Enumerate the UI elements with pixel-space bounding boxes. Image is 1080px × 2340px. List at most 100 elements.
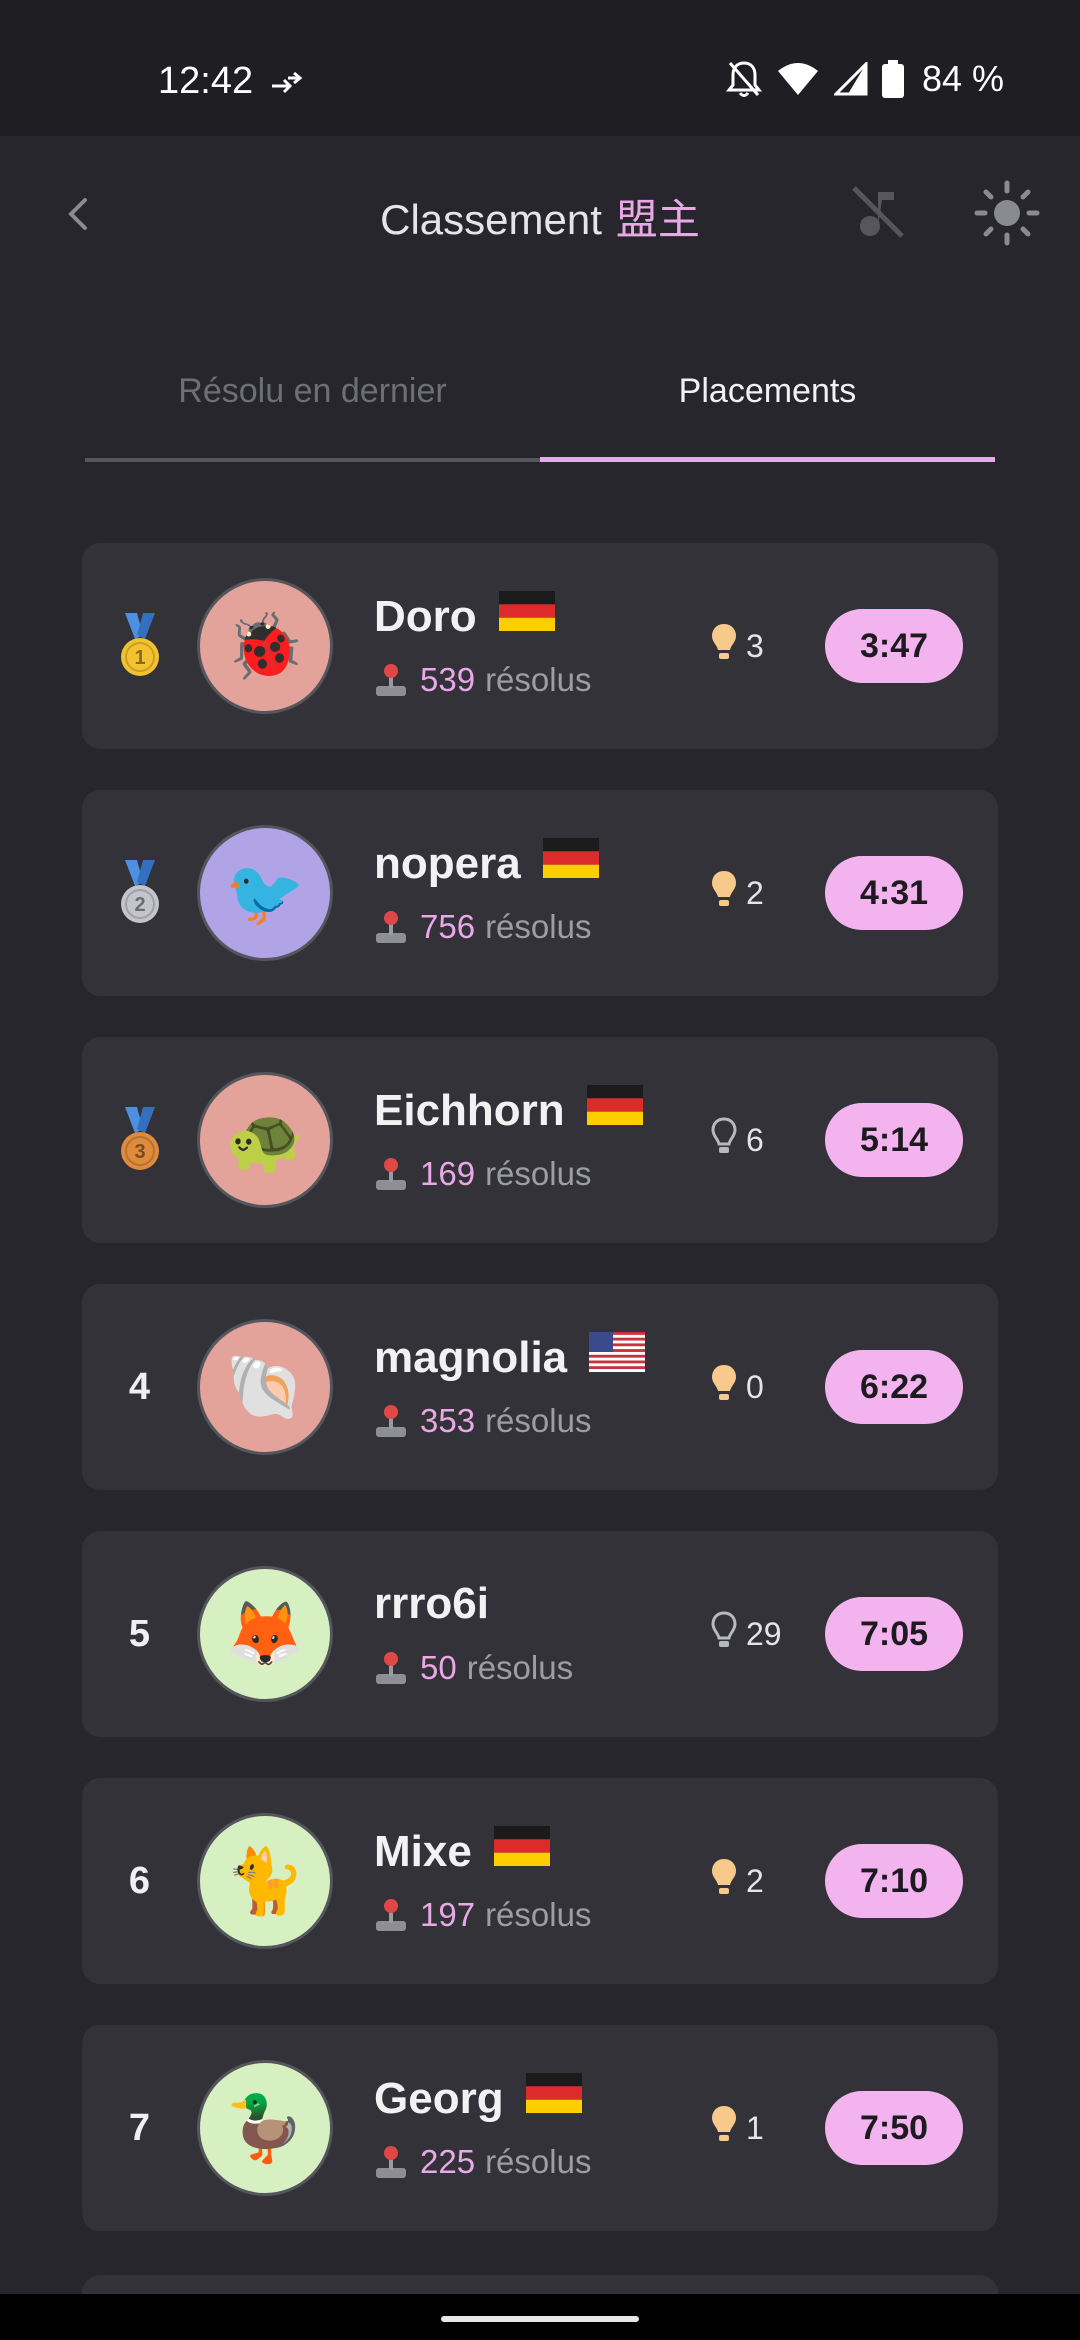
battery-level: 84 % (921, 58, 1004, 99)
lightbulb-filled-icon (710, 622, 746, 670)
player-name: Mixe (374, 1826, 472, 1876)
home-handle[interactable] (441, 2316, 639, 2322)
solve-time-badge: 4:31 (825, 856, 963, 930)
solved-count: 353 résolus (374, 1402, 591, 1440)
avatar[interactable]: 🦆 (197, 2060, 333, 2196)
lightbulb-filled-icon (710, 2104, 746, 2152)
hints-count: 2 (746, 1862, 764, 1899)
solved-label: résolus (485, 661, 592, 698)
solved-number: 353 (420, 1402, 476, 1439)
page-title-accent: 盟主 (615, 196, 700, 243)
page-title: Classement 盟主 (0, 186, 1080, 247)
rank-number: 6 (128, 1859, 151, 1902)
battery-icon (881, 60, 904, 98)
joystick-icon (376, 2146, 406, 2178)
hints-count: 1 (746, 2109, 764, 2146)
leaderboard-row[interactable]: 3 🐢 Eichhorn 169 résolus 6 5:14 (82, 1037, 998, 1243)
player-name-line: Eichhorn (374, 1085, 643, 1136)
leaderboard-row[interactable]: 6 🐈 Mixe 197 résolus 2 7:10 (82, 1778, 998, 1984)
solved-count: 50 résolus (374, 1649, 573, 1687)
music-off-icon[interactable] (848, 182, 908, 242)
player-name-line: Georg (374, 2073, 582, 2124)
lightbulb-filled-icon (710, 869, 746, 917)
solved-count: 225 résolus (374, 2143, 591, 2181)
avatar[interactable]: 🐦 (197, 825, 333, 961)
germany-flag-icon (525, 2073, 582, 2124)
data-sync-icon (272, 71, 303, 94)
solved-count: 169 résolus (374, 1155, 591, 1193)
avatar[interactable]: 🦊 (197, 1566, 333, 1702)
hints-used: 2 (710, 790, 764, 996)
solved-number: 169 (420, 1155, 476, 1192)
brightness-icon[interactable] (974, 180, 1040, 246)
solved-label: résolus (466, 1649, 574, 1686)
leaderboard-row[interactable]: 1 🐞 Doro 539 résolus 3 3:47 (82, 543, 998, 749)
rank-number: 7 (128, 2106, 151, 2149)
leaderboard-row[interactable]: 4 🐚 magnolia 353 résolus 0 6:22 (82, 1284, 998, 1490)
rank: 1 (82, 543, 197, 749)
solved-label: résolus (485, 2143, 592, 2180)
leaderboard-list: 1 🐞 Doro 539 résolus 3 3:47 2 🐦 nopera 756 résolus 2… (82, 543, 998, 2272)
solve-time-badge: 3:47 (825, 609, 963, 683)
hints-count: 3 (746, 627, 764, 664)
lightbulb-filled-icon (710, 1857, 746, 1905)
player-name-line: nopera (374, 838, 599, 889)
joystick-icon (376, 911, 406, 943)
hints-count: 0 (746, 1368, 764, 1405)
solved-number: 197 (420, 1896, 476, 1933)
tab-placements[interactable]: Placements (540, 360, 995, 462)
joystick-icon (376, 1158, 406, 1190)
player-name: rrro6i (374, 1579, 489, 1628)
hints-used: 2 (710, 1778, 764, 1984)
status-icons: 84 % (725, 58, 1004, 100)
tab-recently-solved[interactable]: Résolu en dernier (85, 360, 540, 462)
germany-flag-icon (542, 838, 599, 889)
player-name: Georg (374, 2073, 504, 2123)
hints-used: 0 (710, 1284, 764, 1490)
solve-time-badge: 7:50 (825, 2091, 963, 2165)
germany-flag-icon (498, 591, 555, 642)
joystick-icon (376, 1405, 406, 1437)
lightbulb-outline-icon (710, 1116, 746, 1164)
hints-used: 1 (710, 2025, 764, 2231)
germany-flag-icon (586, 1085, 643, 1136)
player-name-line: magnolia (374, 1332, 646, 1383)
hints-count: 2 (746, 874, 764, 911)
hints-used: 29 (710, 1531, 782, 1737)
solved-count: 197 résolus (374, 1896, 591, 1934)
solved-number: 50 (420, 1649, 457, 1686)
player-name-line: Doro (374, 591, 555, 642)
solved-count: 756 résolus (374, 908, 591, 946)
solved-number: 539 (420, 661, 476, 698)
solved-label: résolus (485, 1896, 592, 1933)
wifi-icon (777, 63, 818, 95)
player-name: Doro (374, 591, 477, 641)
player-name: magnolia (374, 1332, 568, 1382)
rank-number: 5 (128, 1612, 151, 1655)
avatar[interactable]: 🐚 (197, 1319, 333, 1455)
leaderboard-row[interactable]: 7 🦆 Georg 225 résolus 1 7:50 (82, 2025, 998, 2231)
leaderboard-row[interactable]: 2 🐦 nopera 756 résolus 2 4:31 (82, 790, 998, 996)
bronze-medal-icon: 3 (120, 1107, 159, 1170)
hints-used: 3 (710, 543, 764, 749)
avatar[interactable]: 🐢 (197, 1072, 333, 1208)
rank: 2 (82, 790, 197, 996)
leaderboard-row[interactable]: 5 🦊 rrro6i 50 résolus 29 7:05 (82, 1531, 998, 1737)
svg-text:3: 3 (134, 1141, 145, 1163)
joystick-icon (376, 1899, 406, 1931)
solve-time-badge: 5:14 (825, 1103, 963, 1177)
player-name-line: rrro6i (374, 1579, 489, 1629)
tab-bar: Résolu en dernier Placements (85, 360, 995, 462)
avatar[interactable]: 🐈 (197, 1813, 333, 1949)
rank-number: 4 (128, 1365, 151, 1408)
solve-time-badge: 7:05 (825, 1597, 963, 1671)
status-time: 12:42 (158, 60, 254, 102)
gold-medal-icon: 1 (120, 613, 159, 676)
solved-label: résolus (485, 1402, 592, 1439)
avatar[interactable]: 🐞 (197, 578, 333, 714)
player-name: nopera (374, 838, 521, 888)
notifications-off-icon (725, 61, 762, 97)
solve-time-badge: 7:10 (825, 1844, 963, 1918)
page-title-text: Classement (380, 196, 602, 243)
svg-text:1: 1 (134, 647, 145, 669)
